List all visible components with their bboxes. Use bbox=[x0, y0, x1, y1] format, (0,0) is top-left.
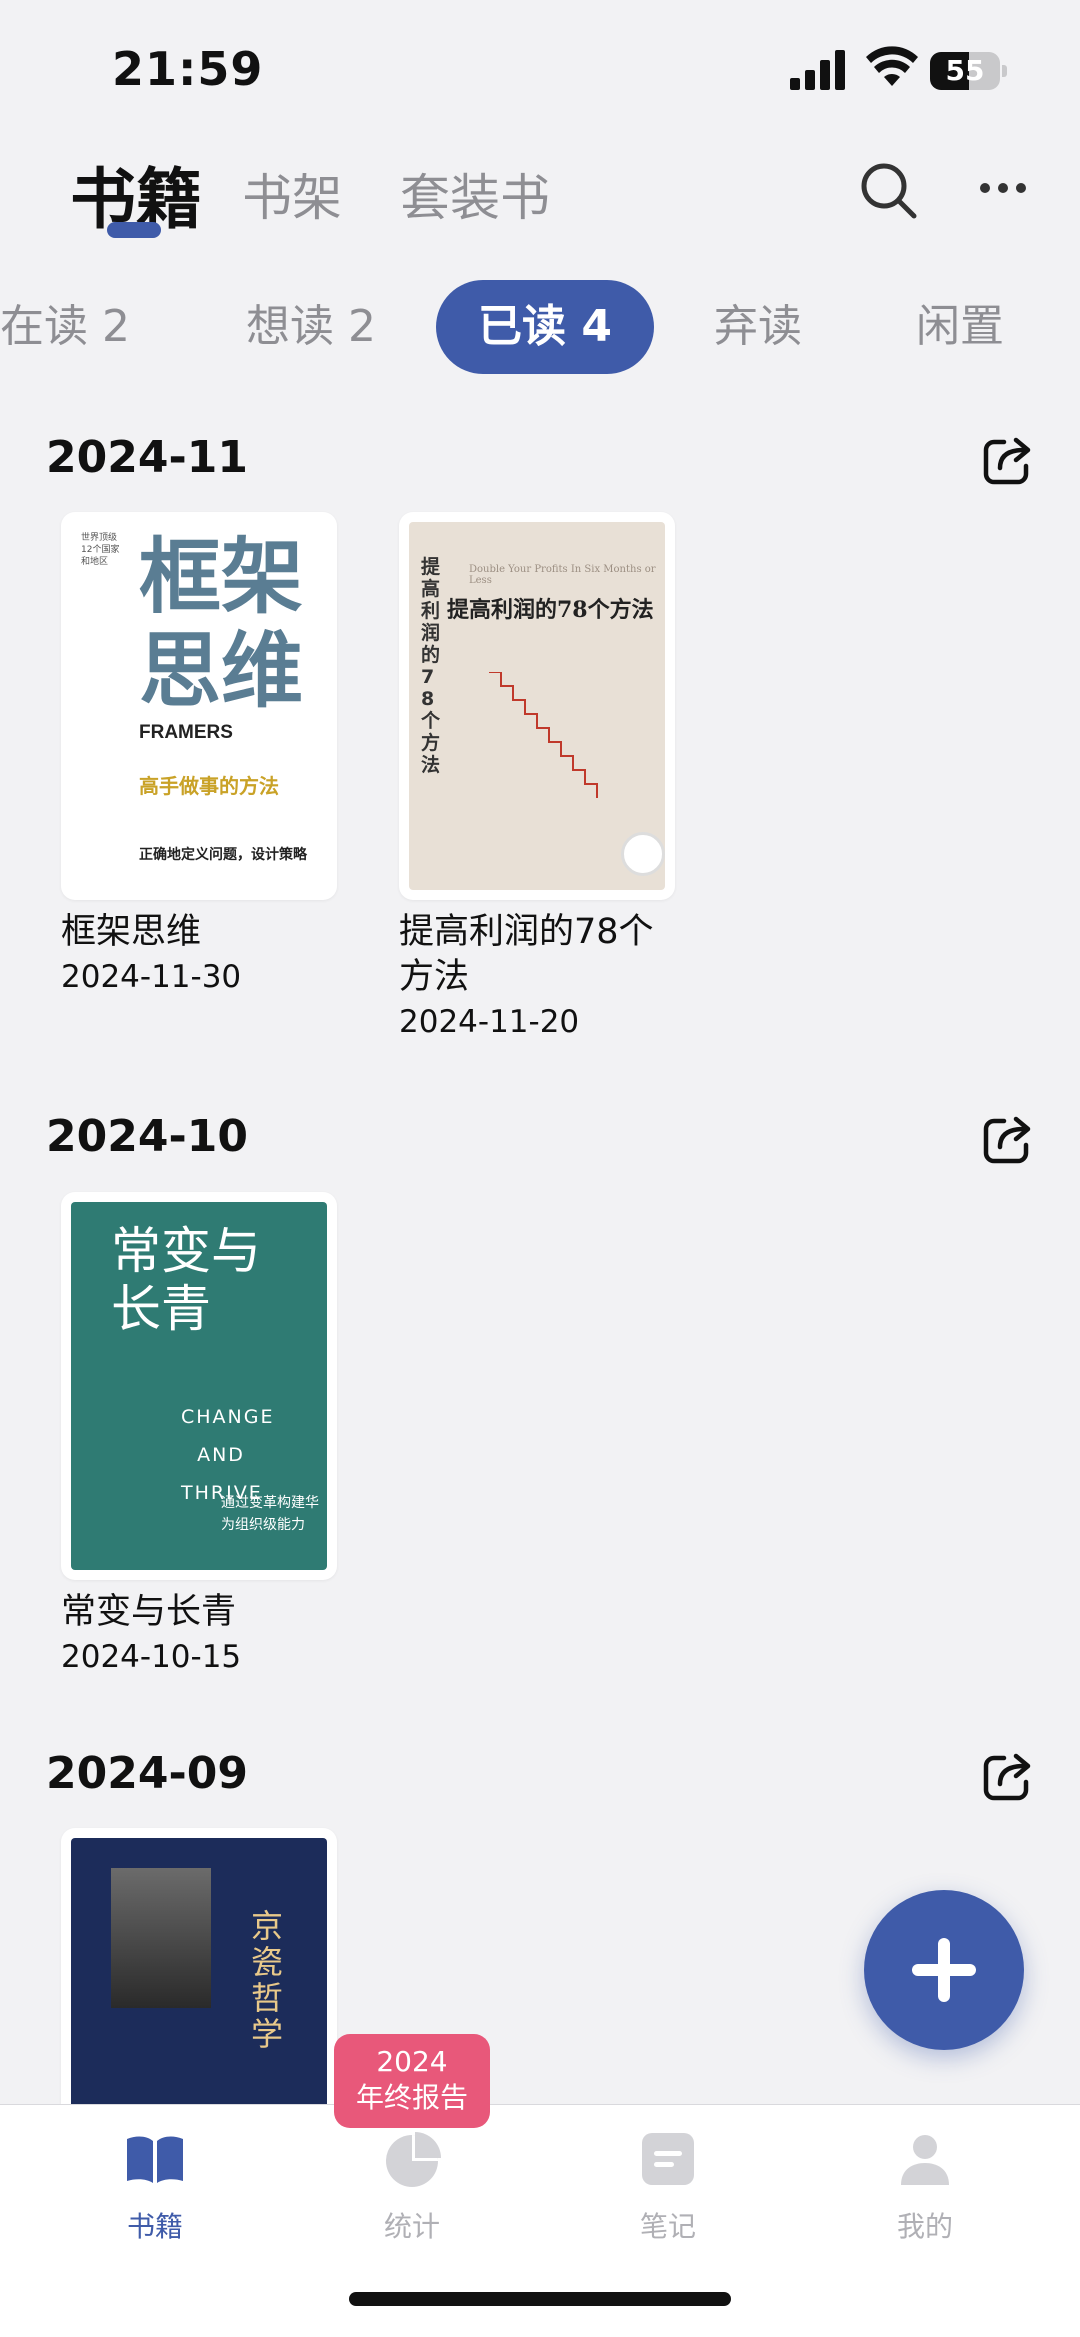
cover-title: 常变与长青 bbox=[111, 1222, 261, 1338]
tab-shelf[interactable]: 书架 bbox=[242, 158, 342, 230]
cover-subtitle: 高手做事的方法 bbox=[139, 774, 279, 798]
battery-icon: 55 bbox=[930, 52, 1007, 90]
home-indicator[interactable] bbox=[349, 2292, 731, 2306]
wifi-icon bbox=[866, 46, 918, 86]
book-date: 2024-11-20 bbox=[399, 1004, 580, 1040]
filter-abandoned[interactable]: 弃读 bbox=[714, 280, 802, 374]
share-icon[interactable] bbox=[980, 1111, 1036, 1167]
report-label: 年终报告 bbox=[355, 2081, 468, 2114]
book-title: 提高利润的78个方法 bbox=[399, 912, 654, 997]
book-cover[interactable]: 常变与长青 CHANGE AND THRIVE 通过变革构建华为组织级能力 bbox=[61, 1192, 337, 1580]
book-title: 常变与长青 bbox=[61, 1592, 237, 1632]
book-card[interactable]: 常变与长青 CHANGE AND THRIVE 通过变革构建华为组织级能力 常变… bbox=[61, 1192, 341, 1675]
status-bar: 21:59 55 bbox=[0, 0, 1080, 130]
section-title: 2024-09 bbox=[46, 1748, 248, 1799]
cover-subtitle: 通过变革构建华为组织级能力 bbox=[221, 1495, 319, 1533]
book-cover[interactable]: 提高利润的78个方法 Double Your Profits In Six Mo… bbox=[399, 512, 675, 900]
cover-tagline: 正确地定义问题，设计策略 bbox=[139, 847, 307, 863]
search-icon[interactable] bbox=[858, 160, 920, 222]
nav-profile[interactable]: 我的 bbox=[855, 2127, 995, 2245]
cover-photo bbox=[111, 1868, 211, 2008]
nav-notes[interactable]: 笔记 bbox=[598, 2127, 738, 2245]
tab-box-sets[interactable]: 套装书 bbox=[400, 158, 550, 230]
nav-label: 我的 bbox=[896, 2210, 953, 2243]
cover-side-text: 世界顶级12个国家和地区 bbox=[81, 533, 120, 567]
header: 书籍 书架 套装书 bbox=[0, 140, 1080, 250]
active-tab-indicator bbox=[107, 222, 161, 238]
book-card[interactable]: 世界顶级12个国家和地区 框架思维 FRAMERS 高手做事的方法 正确地定义问… bbox=[61, 512, 341, 995]
book-title: 框架思维 bbox=[61, 912, 202, 952]
cover-english-title: FRAMERS bbox=[139, 722, 233, 743]
year-end-report-badge[interactable]: 2024 年终报告 bbox=[334, 2034, 490, 2128]
cover-english-title: Double Your Profits In Six Months or Les… bbox=[469, 564, 656, 586]
filter-reading[interactable]: 正在读 2 bbox=[0, 280, 130, 374]
nav-label: 书籍 bbox=[126, 2210, 183, 2243]
person-icon bbox=[901, 2135, 949, 2185]
cellular-signal-icon bbox=[790, 50, 845, 90]
book-date: 2024-10-15 bbox=[61, 1639, 242, 1675]
nav-books[interactable]: 书籍 bbox=[85, 2127, 225, 2245]
book-date: 2024-11-30 bbox=[61, 959, 242, 995]
cover-title: 提高利润的78个方法 bbox=[447, 597, 654, 623]
add-book-button[interactable] bbox=[864, 1890, 1024, 2050]
nav-label: 笔记 bbox=[639, 2210, 696, 2243]
book-card[interactable]: 提高利润的78个方法 Double Your Profits In Six Mo… bbox=[399, 512, 679, 1040]
share-icon[interactable] bbox=[980, 432, 1036, 488]
share-icon[interactable] bbox=[980, 1748, 1036, 1804]
cover-title: 京瓷哲学 bbox=[251, 1907, 284, 2053]
cover-staircase-graphic bbox=[489, 672, 598, 798]
section-title: 2024-10 bbox=[46, 1111, 248, 1162]
filter-finished[interactable]: 已读 4 bbox=[436, 280, 654, 374]
section-title: 2024-11 bbox=[46, 432, 248, 483]
book-cover[interactable]: 世界顶级12个国家和地区 框架思维 FRAMERS 高手做事的方法 正确地定义问… bbox=[61, 512, 337, 900]
status-filter-bar: 正在读 2 想读 2 已读 4 弃读 闲置 bbox=[0, 280, 1080, 380]
note-icon bbox=[642, 2133, 694, 2185]
filter-want-to-read[interactable]: 想读 2 bbox=[246, 280, 376, 374]
status-time: 21:59 bbox=[112, 42, 264, 96]
cover-badge-icon bbox=[621, 832, 665, 876]
more-options-icon[interactable] bbox=[978, 178, 1028, 198]
cover-vertical-title: 提高利润的78个方法 bbox=[421, 556, 441, 776]
battery-level: 55 bbox=[945, 54, 985, 87]
nav-label: 统计 bbox=[383, 2210, 440, 2243]
pie-chart-icon bbox=[386, 2132, 441, 2187]
report-year: 2024 bbox=[376, 2045, 448, 2078]
nav-stats[interactable]: 统计 bbox=[342, 2127, 482, 2245]
book-icon bbox=[127, 2136, 183, 2183]
cover-title: 框架思维 bbox=[139, 529, 304, 719]
filter-idle[interactable]: 闲置 bbox=[916, 280, 1004, 374]
